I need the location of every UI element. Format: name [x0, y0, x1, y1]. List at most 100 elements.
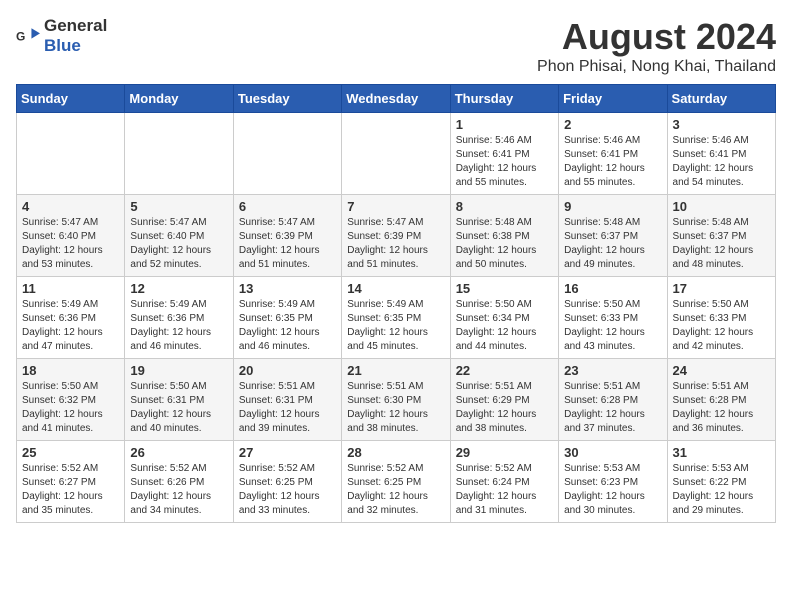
calendar-cell: 20 Sunrise: 5:51 AM Sunset: 6:31 PM Dayli… [233, 359, 341, 441]
day-number: 15 [456, 281, 553, 296]
day-number: 26 [130, 445, 227, 460]
calendar-cell: 14 Sunrise: 5:49 AM Sunset: 6:35 PM Dayli… [342, 277, 450, 359]
calendar-cell: 1 Sunrise: 5:46 AM Sunset: 6:41 PM Daylig… [450, 113, 558, 195]
day-info: Sunrise: 5:49 AM Sunset: 6:36 PM Dayligh… [130, 298, 227, 354]
month-title: August 2024 [537, 16, 776, 58]
day-number: 23 [564, 363, 661, 378]
weekday-header: Saturday [667, 85, 775, 113]
day-info: Sunrise: 5:46 AM Sunset: 6:41 PM Dayligh… [564, 134, 661, 190]
day-number: 7 [347, 199, 444, 214]
day-info: Sunrise: 5:46 AM Sunset: 6:41 PM Dayligh… [673, 134, 770, 190]
day-number: 20 [239, 363, 336, 378]
calendar-week-row: 25Sunrise: 5:52 AM Sunset: 6:27 PM Dayli… [17, 441, 776, 523]
day-number: 17 [673, 281, 770, 296]
day-number: 8 [456, 199, 553, 214]
calendar-cell [342, 113, 450, 195]
day-number: 29 [456, 445, 553, 460]
day-number: 19 [130, 363, 227, 378]
calendar-week-row: 18 Sunrise: 5:50 AM Sunset: 6:32 PM Dayli… [17, 359, 776, 441]
logo: G General Blue [16, 16, 107, 56]
calendar-cell: 31Sunrise: 5:53 AM Sunset: 6:22 PM Dayli… [667, 441, 775, 523]
day-number: 12 [130, 281, 227, 296]
calendar-cell: 6 Sunrise: 5:47 AM Sunset: 6:39 PM Daylig… [233, 195, 341, 277]
calendar-cell: 13 Sunrise: 5:49 AM Sunset: 6:35 PM Dayli… [233, 277, 341, 359]
day-info: Sunrise: 5:47 AM Sunset: 6:39 PM Dayligh… [347, 216, 444, 272]
day-number: 21 [347, 363, 444, 378]
location-title: Phon Phisai, Nong Khai, Thailand [537, 58, 776, 76]
header: G General Blue August 2024 Phon Phisai, … [16, 16, 776, 76]
day-number: 6 [239, 199, 336, 214]
day-number: 30 [564, 445, 661, 460]
calendar-cell: 8 Sunrise: 5:48 AM Sunset: 6:38 PM Daylig… [450, 195, 558, 277]
day-number: 9 [564, 199, 661, 214]
calendar-cell: 2 Sunrise: 5:46 AM Sunset: 6:41 PM Daylig… [559, 113, 667, 195]
calendar-cell: 18 Sunrise: 5:50 AM Sunset: 6:32 PM Dayli… [17, 359, 125, 441]
calendar-cell [233, 113, 341, 195]
calendar-cell: 21Sunrise: 5:51 AM Sunset: 6:30 PM Dayli… [342, 359, 450, 441]
day-info: Sunrise: 5:48 AM Sunset: 6:38 PM Dayligh… [456, 216, 553, 272]
day-info: Sunrise: 5:53 AM Sunset: 6:23 PM Dayligh… [564, 462, 661, 518]
day-info: Sunrise: 5:48 AM Sunset: 6:37 PM Dayligh… [564, 216, 661, 272]
weekday-header: Friday [559, 85, 667, 113]
logo-icon: G [16, 26, 40, 46]
day-number: 2 [564, 117, 661, 132]
calendar-cell: 19 Sunrise: 5:50 AM Sunset: 6:31 PM Dayli… [125, 359, 233, 441]
day-number: 13 [239, 281, 336, 296]
day-info: Sunrise: 5:49 AM Sunset: 6:35 PM Dayligh… [239, 298, 336, 354]
day-number: 14 [347, 281, 444, 296]
calendar-cell: 5Sunrise: 5:47 AM Sunset: 6:40 PM Daylig… [125, 195, 233, 277]
day-number: 3 [673, 117, 770, 132]
day-info: Sunrise: 5:47 AM Sunset: 6:40 PM Dayligh… [22, 216, 119, 272]
calendar-cell: 10Sunrise: 5:48 AM Sunset: 6:37 PM Dayli… [667, 195, 775, 277]
day-number: 10 [673, 199, 770, 214]
day-info: Sunrise: 5:46 AM Sunset: 6:41 PM Dayligh… [456, 134, 553, 190]
day-info: Sunrise: 5:47 AM Sunset: 6:40 PM Dayligh… [130, 216, 227, 272]
calendar-cell: 4Sunrise: 5:47 AM Sunset: 6:40 PM Daylig… [17, 195, 125, 277]
calendar-cell: 25Sunrise: 5:52 AM Sunset: 6:27 PM Dayli… [17, 441, 125, 523]
day-info: Sunrise: 5:51 AM Sunset: 6:28 PM Dayligh… [564, 380, 661, 436]
day-info: Sunrise: 5:50 AM Sunset: 6:31 PM Dayligh… [130, 380, 227, 436]
weekday-header: Monday [125, 85, 233, 113]
calendar-cell [17, 113, 125, 195]
day-info: Sunrise: 5:50 AM Sunset: 6:32 PM Dayligh… [22, 380, 119, 436]
calendar-cell: 27Sunrise: 5:52 AM Sunset: 6:25 PM Dayli… [233, 441, 341, 523]
day-info: Sunrise: 5:50 AM Sunset: 6:34 PM Dayligh… [456, 298, 553, 354]
weekday-header: Tuesday [233, 85, 341, 113]
calendar-cell: 24Sunrise: 5:51 AM Sunset: 6:28 PM Dayli… [667, 359, 775, 441]
svg-text:G: G [16, 29, 25, 43]
calendar-cell: 26Sunrise: 5:52 AM Sunset: 6:26 PM Dayli… [125, 441, 233, 523]
weekday-header: Wednesday [342, 85, 450, 113]
calendar-week-row: 1 Sunrise: 5:46 AM Sunset: 6:41 PM Daylig… [17, 113, 776, 195]
calendar-cell [125, 113, 233, 195]
calendar-cell: 16Sunrise: 5:50 AM Sunset: 6:33 PM Dayli… [559, 277, 667, 359]
calendar-cell: 11Sunrise: 5:49 AM Sunset: 6:36 PM Dayli… [17, 277, 125, 359]
day-number: 16 [564, 281, 661, 296]
weekday-header: Sunday [17, 85, 125, 113]
calendar-cell: 3 Sunrise: 5:46 AM Sunset: 6:41 PM Daylig… [667, 113, 775, 195]
day-info: Sunrise: 5:47 AM Sunset: 6:39 PM Dayligh… [239, 216, 336, 272]
calendar-cell: 17 Sunrise: 5:50 AM Sunset: 6:33 PM Dayli… [667, 277, 775, 359]
day-info: Sunrise: 5:51 AM Sunset: 6:31 PM Dayligh… [239, 380, 336, 436]
calendar-cell: 30 Sunrise: 5:53 AM Sunset: 6:23 PM Dayli… [559, 441, 667, 523]
day-number: 18 [22, 363, 119, 378]
calendar-cell: 15 Sunrise: 5:50 AM Sunset: 6:34 PM Dayli… [450, 277, 558, 359]
calendar-cell: 12 Sunrise: 5:49 AM Sunset: 6:36 PM Dayli… [125, 277, 233, 359]
title-area: August 2024 Phon Phisai, Nong Khai, Thai… [537, 16, 776, 76]
day-number: 22 [456, 363, 553, 378]
calendar-cell: 9 Sunrise: 5:48 AM Sunset: 6:37 PM Daylig… [559, 195, 667, 277]
day-info: Sunrise: 5:50 AM Sunset: 6:33 PM Dayligh… [673, 298, 770, 354]
calendar-cell: 22 Sunrise: 5:51 AM Sunset: 6:29 PM Dayli… [450, 359, 558, 441]
day-info: Sunrise: 5:49 AM Sunset: 6:36 PM Dayligh… [22, 298, 119, 354]
day-info: Sunrise: 5:51 AM Sunset: 6:29 PM Dayligh… [456, 380, 553, 436]
day-number: 24 [673, 363, 770, 378]
calendar-cell: 29 Sunrise: 5:52 AM Sunset: 6:24 PM Dayli… [450, 441, 558, 523]
day-info: Sunrise: 5:52 AM Sunset: 6:24 PM Dayligh… [456, 462, 553, 518]
calendar-cell: 7 Sunrise: 5:47 AM Sunset: 6:39 PM Daylig… [342, 195, 450, 277]
day-number: 28 [347, 445, 444, 460]
day-info: Sunrise: 5:49 AM Sunset: 6:35 PM Dayligh… [347, 298, 444, 354]
calendar-cell: 23 Sunrise: 5:51 AM Sunset: 6:28 PM Dayli… [559, 359, 667, 441]
day-number: 25 [22, 445, 119, 460]
day-info: Sunrise: 5:53 AM Sunset: 6:22 PM Dayligh… [673, 462, 770, 518]
calendar: SundayMondayTuesdayWednesdayThursdayFrid… [16, 84, 776, 523]
day-number: 1 [456, 117, 553, 132]
